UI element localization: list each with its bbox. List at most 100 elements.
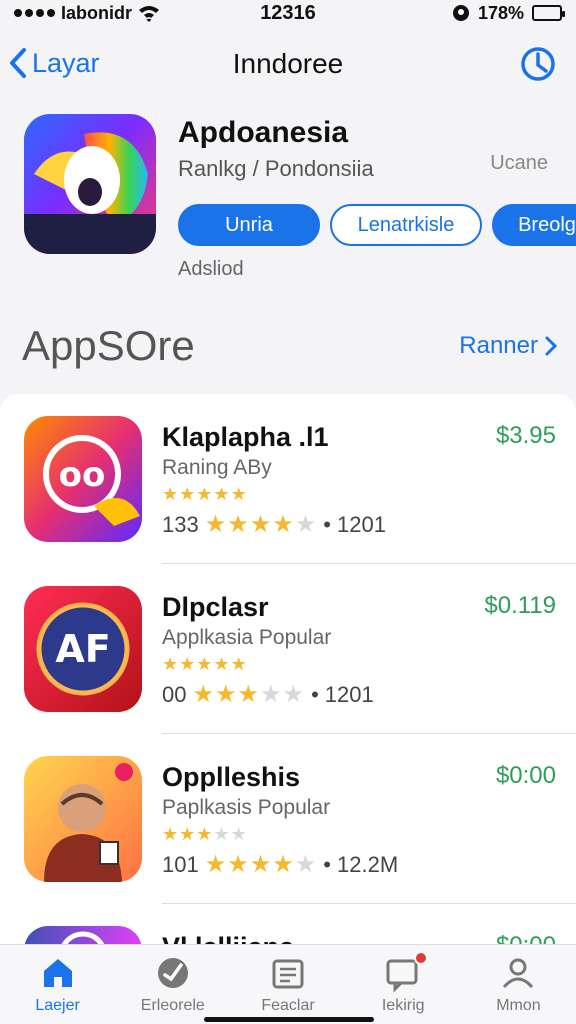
star-icon: ★ [230,654,248,674]
tab-label: Iekirig [381,997,425,1014]
app-price-button[interactable]: $0.119 [484,592,556,620]
nav-bar: Layar Inndoree [0,40,576,90]
tab-home[interactable]: Laejer [0,945,115,1024]
star-icon: ★ [196,484,214,504]
rating-count: 101 [162,851,199,877]
star-icon: ★ [230,824,248,844]
explore-icon [157,958,188,988]
star-icon: ★ [260,681,283,708]
profile-icon [503,958,534,989]
tab-label: Erleorele [140,997,205,1014]
rating-line: 101 ★★★★★ • 12.2M [162,850,398,879]
battery-percent: 178% [477,2,524,23]
star-icon: ★ [204,851,228,878]
rating-line: 00 ★★★★★ • 1201 [162,680,374,709]
app-list: oo Klaplapha .l1 Raning ABy $3.95 ★★★★★ … [0,394,576,954]
star-rating-small: ★★★★★ [162,654,248,675]
star-icon: ★ [213,824,231,844]
tab-news[interactable]: Feaclar [230,945,345,1024]
tab-inbox[interactable]: Iekirig [346,945,461,1024]
star-rating-small: ★★★★★ [162,824,248,845]
carrier-label: Iabonidr [61,2,132,23]
star-icon: ★ [282,681,306,708]
app-price-button[interactable]: $0:00 [496,762,556,790]
star-rating: ★★★★★ [205,510,318,539]
star-rating: ★★★★★ [192,680,305,709]
wifi-icon [139,6,159,22]
app-list-item[interactable]: Opplleshis Paplkasis Popular $0:00 ★★★★★… [0,734,576,904]
nav-title: Inndoree [232,48,344,79]
review-count: 1201 [337,511,386,537]
tertiary-action-button[interactable]: Breolg [492,204,576,246]
primary-action-button[interactable]: Unria [178,204,320,246]
home-icon [43,959,72,987]
star-icon: ★ [237,681,261,708]
star-icon: ★ [213,484,231,504]
star-icon: ★ [162,484,180,504]
featured-actions: Unria Lenatrkisle Breolg [178,204,576,246]
tab-profile[interactable]: Mmon [461,945,576,1024]
star-icon: ★ [179,484,197,504]
secondary-action-button[interactable]: Lenatrkisle [330,204,482,246]
location-icon [452,5,469,21]
svg-text:oo: oo [59,455,106,495]
signal-icon [14,9,55,17]
star-icon: ★ [179,654,197,674]
featured-app-icon[interactable] [24,114,156,254]
star-icon: ★ [213,654,231,674]
featured-app-extra: Ucane [490,152,548,174]
app-category: Raning ABy [162,456,272,479]
section-header: AppSOre Ranner [0,316,576,380]
separator-dot: • [323,511,331,537]
app-icon[interactable]: oo [24,416,142,542]
rating-line: 133 ★★★★★ • 1201 [162,510,386,539]
star-icon: ★ [162,654,180,674]
notification-badge [413,951,428,965]
rating-count: 00 [162,681,187,707]
app-price-button[interactable]: $3.95 [496,422,556,450]
review-count: 12.2M [337,851,399,877]
star-icon: ★ [272,511,295,538]
star-rating: ★★★★★ [205,850,318,879]
app-list-item[interactable]: AF Dlpclasr Applkasia Popular $0.119 ★★★… [0,564,576,734]
tab-bar: Laejer Erleorele Feaclar Iekirig Mmon [0,944,576,1024]
svg-text:AF: AF [55,627,110,671]
see-all-link[interactable]: Ranner [459,332,558,360]
star-icon: ★ [249,511,273,538]
tab-label: Laejer [35,997,80,1014]
star-icon: ★ [196,654,214,674]
star-icon: ★ [230,484,248,504]
star-icon: ★ [294,511,318,538]
review-count: 1201 [324,681,374,707]
star-icon: ★ [227,851,250,878]
star-icon: ★ [162,824,180,844]
star-icon: ★ [192,681,215,708]
app-list-item[interactable]: oo Klaplapha .l1 Raning ABy $3.95 ★★★★★ … [0,394,576,564]
star-icon: ★ [215,681,238,708]
section-title: AppSOre [22,322,195,369]
star-icon: ★ [179,824,197,844]
featured-app-name: Apdoanesia [178,116,349,149]
battery-icon [532,5,565,21]
featured-app-subtitle: Ranlkg / Pondonsiia [178,156,374,181]
app-category: Applkasia Popular [162,626,332,649]
star-icon: ★ [227,511,250,538]
app-icon[interactable] [24,756,142,882]
separator-dot: • [311,681,319,707]
see-all-label: Ranner [459,332,538,359]
history-icon[interactable] [518,44,558,84]
app-category: Paplkasis Popular [162,796,331,819]
chevron-right-icon [545,336,558,356]
tab-label: Mmon [496,997,541,1014]
home-indicator [204,1017,374,1022]
star-icon: ★ [196,824,214,844]
tab-explore[interactable]: Erleorele [115,945,230,1024]
star-icon: ★ [294,851,318,878]
separator-dot: • [323,851,331,877]
featured-app: Apdoanesia Ranlkg / Pondonsiia Ucane Unr… [0,104,576,304]
app-icon[interactable]: AF [24,586,142,712]
star-icon: ★ [249,851,273,878]
star-rating-small: ★★★★★ [162,484,248,505]
star-icon: ★ [272,851,295,878]
app-name: Opplleshis [162,762,301,792]
